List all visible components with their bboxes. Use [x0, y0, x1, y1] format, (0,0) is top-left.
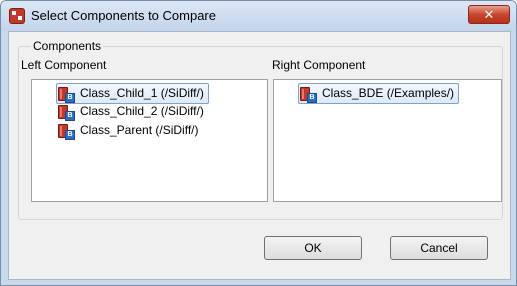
title-bar[interactable]: Select Components to Compare ✕: [1, 1, 516, 31]
list-item-label: Class_Child_2 (/SiDiff/): [80, 104, 204, 118]
dialog-window: Select Components to Compare ✕ Component…: [0, 0, 517, 286]
dialog-content: Components Left Component B Class_Child_…: [8, 31, 511, 280]
ok-button[interactable]: OK: [264, 236, 362, 260]
right-component-label: Right Component: [272, 58, 366, 72]
list-item-label: Class_Parent (/SiDiff/): [80, 123, 199, 137]
class-icon: B: [57, 104, 75, 121]
left-component-label: Left Component: [21, 58, 107, 72]
close-button[interactable]: ✕: [468, 5, 510, 24]
class-icon: B: [299, 86, 317, 103]
left-component-list[interactable]: B Class_Child_1 (/SiDiff/) B Class_Child…: [31, 79, 268, 202]
close-icon: ✕: [483, 7, 495, 22]
list-item-right-0[interactable]: B Class_BDE (/Examples/): [298, 83, 460, 104]
list-item-left-0[interactable]: B Class_Child_1 (/SiDiff/): [56, 83, 209, 104]
list-item-left-1[interactable]: B Class_Child_2 (/SiDiff/): [57, 102, 204, 121]
components-group: Components Left Component B Class_Child_…: [18, 39, 503, 220]
window-title: Select Components to Compare: [31, 8, 216, 23]
class-icon: B: [57, 86, 75, 103]
compare-app-icon: [9, 8, 25, 24]
cancel-button[interactable]: Cancel: [390, 236, 488, 260]
list-item-label: Class_BDE (/Examples/): [322, 86, 455, 100]
components-group-legend: Components: [31, 39, 104, 53]
class-icon: B: [57, 123, 75, 140]
list-item-label: Class_Child_1 (/SiDiff/): [80, 86, 204, 100]
right-component-list[interactable]: B Class_BDE (/Examples/): [273, 79, 502, 202]
list-item-left-2[interactable]: B Class_Parent (/SiDiff/): [57, 121, 198, 140]
